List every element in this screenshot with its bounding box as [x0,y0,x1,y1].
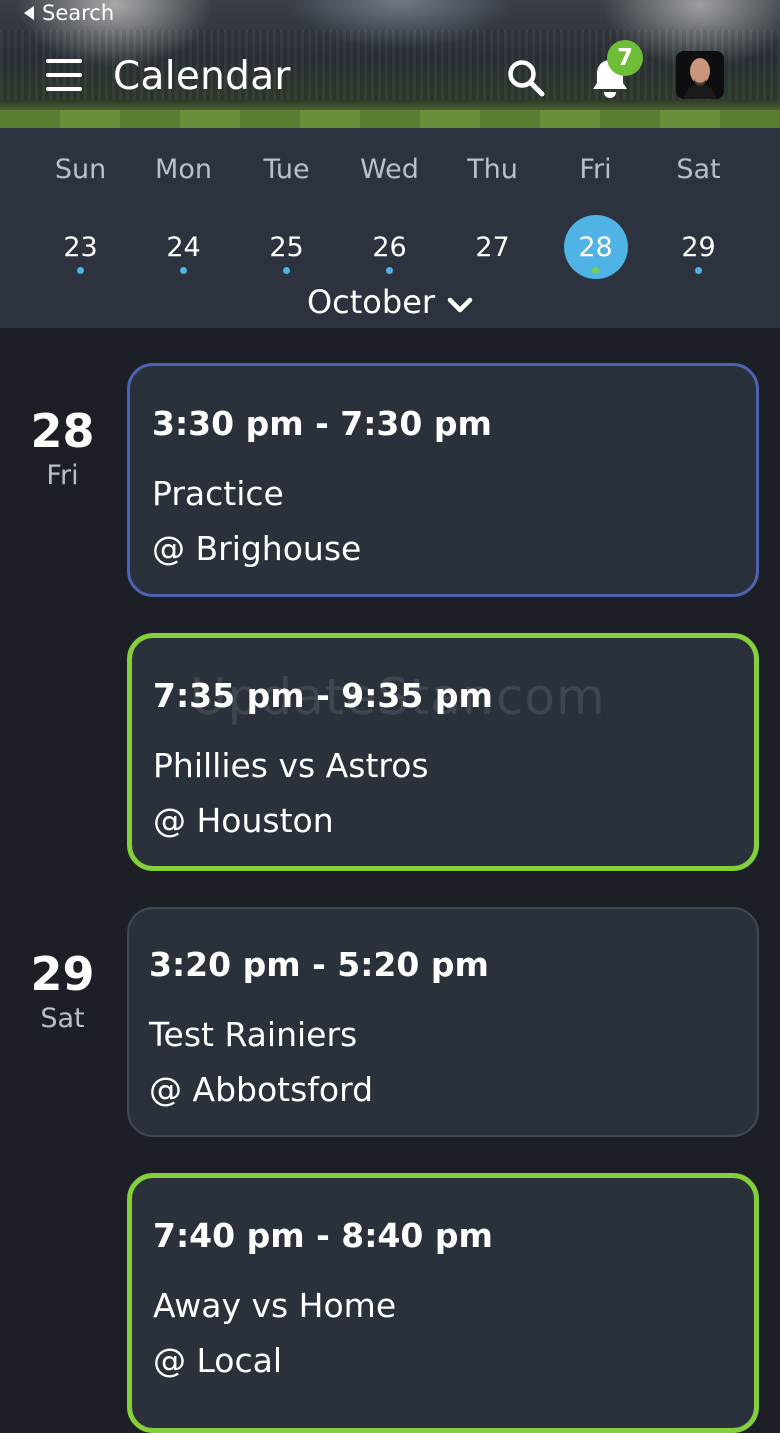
event-indicator-dot [592,267,599,274]
day-name: Mon [155,154,212,185]
event-location: @ Local [153,1341,283,1380]
agenda-date-number: 28 [30,404,95,458]
event-location: @ Houston [153,801,334,840]
search-icon[interactable] [506,58,546,98]
day-name: Tue [263,154,310,185]
event-indicator-dot [283,267,290,274]
event-indicator-dot [77,267,84,274]
event-indicator-dot [695,267,702,274]
day-number: 25 [269,231,304,263]
day-mon[interactable]: Mon 24 [132,128,235,298]
app-header: Search Calendar 7 [0,0,780,128]
event-indicator-dot [180,267,187,274]
event-time: 3:30 pm - 7:30 pm [152,404,492,443]
back-to-search-link[interactable]: Search [24,1,114,25]
day-number: 27 [475,231,510,263]
day-name: Sun [54,154,107,185]
event-time: 7:35 pm - 9:35 pm [153,676,493,715]
agenda-date-number: 29 [30,947,95,1001]
back-link-label: Search [42,1,115,25]
event-card[interactable]: 7:40 pm - 8:40 pm Away vs Home @ Local [127,1173,759,1433]
menu-bar [46,73,82,77]
event-location: @ Brighouse [152,529,362,568]
event-card[interactable]: 7:35 pm - 9:35 pm Phillies vs Astros @ H… [127,633,759,871]
notification-badge: 7 [607,40,643,76]
page-title: Calendar [113,54,291,99]
menu-bar [46,59,82,63]
event-name: Practice [152,474,284,513]
agenda-date-weekday: Fri [46,460,79,491]
event-indicator-dot [386,267,393,274]
day-name: Sat [676,154,721,185]
event-card[interactable]: 3:20 pm - 5:20 pm Test Rainiers @ Abbots… [127,907,759,1137]
day-number-circle: 27 [461,215,525,279]
event-name: Phillies vs Astros [153,746,429,785]
day-number: 24 [166,231,201,263]
agenda-date-sat: 29 Sat [0,951,125,1034]
month-picker[interactable]: October [0,283,780,321]
day-name: Wed [360,154,419,185]
menu-bar [46,87,82,91]
event-name: Away vs Home [153,1286,397,1325]
event-location: @ Abbotsford [149,1070,374,1109]
day-name: Thu [467,154,518,185]
avatar[interactable] [676,51,724,99]
event-card[interactable]: 3:30 pm - 7:30 pm Practice @ Brighouse [127,363,759,597]
day-number: 28 [578,231,613,263]
stadium-field [0,110,780,128]
day-tue[interactable]: Tue 25 [235,128,338,298]
day-sun[interactable]: Sun 23 [29,128,132,298]
day-wed[interactable]: Wed 26 [338,128,441,298]
week-strip: Sun 23 Mon 24 Tue 25 Wed 26 Thu 27 Fri 2… [0,128,780,328]
event-time: 3:20 pm - 5:20 pm [149,945,489,984]
day-number: 29 [681,231,716,263]
event-time: 7:40 pm - 8:40 pm [153,1216,493,1255]
day-number: 26 [372,231,407,263]
event-name: Test Rainiers [149,1015,358,1054]
day-thu[interactable]: Thu 27 [441,128,544,298]
agenda-date-weekday: Sat [40,1003,85,1034]
agenda-date-fri: 28 Fri [0,408,125,491]
chevron-down-icon [447,297,473,313]
day-name: Fri [579,154,612,185]
month-label: October [306,283,436,321]
day-number: 23 [63,231,98,263]
day-sat[interactable]: Sat 29 [647,128,750,298]
avatar-photo [676,51,724,99]
day-fri-selected[interactable]: Fri 28 [544,128,647,298]
menu-icon[interactable] [46,59,82,91]
back-arrow-icon [24,6,34,20]
